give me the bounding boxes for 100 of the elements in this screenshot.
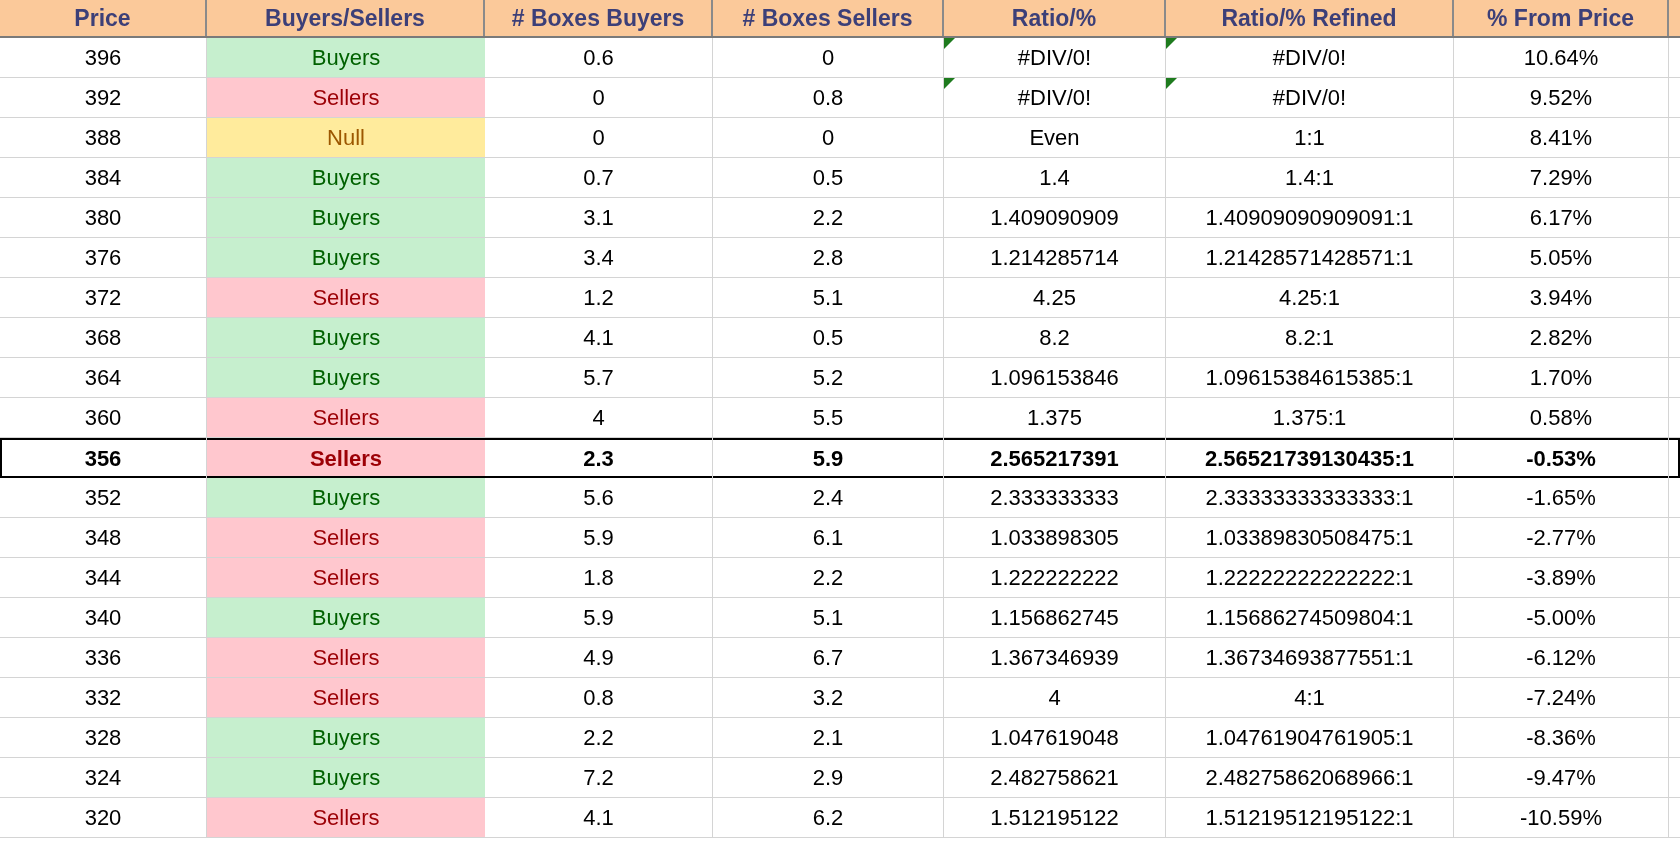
table-cell-text: 0.8: [583, 684, 614, 712]
table-cell-text: 4.25: [1033, 284, 1076, 312]
status-cell: Sellers: [207, 278, 485, 317]
table-cell-text: -2.77%: [1526, 524, 1596, 552]
table-cell-text: 0: [592, 124, 605, 152]
table-cell-text: 10.64%: [1523, 44, 1599, 72]
table-cell-text: 2.82%: [1529, 324, 1593, 352]
table-cell-text: 5.2: [812, 364, 844, 392]
table-cell-text: 1.51219512195122:1: [1205, 804, 1414, 832]
table-cell-text: 7.29%: [1529, 164, 1593, 192]
table-cell-text: 364: [84, 364, 122, 392]
table-cell-text: #DIV/0!: [1272, 84, 1347, 112]
status-cell: Sellers: [207, 518, 485, 557]
table-cell-text: 5.9: [583, 524, 614, 552]
table-cell-text: -1.65%: [1526, 484, 1596, 512]
table-cell-text: 0.5: [812, 324, 844, 352]
table-cell-text: 8.41%: [1529, 124, 1593, 152]
table-cell-text: 3.1: [583, 204, 614, 232]
table-cell-text: 5.9: [583, 604, 614, 632]
table-cell-text: #DIV/0!: [1017, 84, 1092, 112]
flag-icon: [1166, 78, 1177, 89]
status-cell: Buyers: [207, 238, 485, 277]
table-cell-text: 0.7: [583, 164, 614, 192]
table-cell-text: 2.33333333333333:1: [1205, 484, 1414, 512]
status-cell: Sellers: [207, 798, 485, 837]
column-header: # Boxes Buyers: [511, 3, 685, 33]
table-cell-text: #DIV/0!: [1272, 44, 1347, 72]
table-cell-text: 5.5: [812, 404, 844, 432]
table-cell-text: 1.09615384615385:1: [1205, 364, 1414, 392]
table-cell-text: -5.00%: [1526, 604, 1596, 632]
table-cell-text: 1.21428571428571:1: [1205, 244, 1414, 272]
table-cell-text: 356: [84, 444, 122, 473]
table-cell-text: 3.94%: [1529, 284, 1593, 312]
table-cell-text: 376: [84, 244, 122, 272]
table-cell-text: 0.8: [812, 84, 844, 112]
status-cell: Buyers: [207, 158, 485, 197]
table-cell-text: 1.409090909: [990, 204, 1119, 232]
status-cell: Sellers: [207, 398, 485, 437]
table-cell-text: 0.6: [583, 44, 614, 72]
table-cell-text: 4: [592, 404, 605, 432]
table-cell-text: 1.375:1: [1272, 404, 1347, 432]
table-cell-text: 5.1: [812, 284, 844, 312]
table-cell-text: 1:1: [1294, 124, 1325, 152]
table-cell-text: 368: [84, 324, 122, 352]
table-cell-text: -0.53%: [1526, 444, 1596, 473]
status-cell: Sellers: [207, 438, 485, 478]
table-cell-text: 352: [84, 484, 122, 512]
status-cell: Sellers: [207, 638, 485, 677]
table-cell-text: -10.59%: [1520, 804, 1602, 832]
table-cell-text: 2.2: [583, 724, 614, 752]
table-cell-text: 1.222222222: [990, 564, 1119, 592]
table-cell-text: 4:1: [1294, 684, 1325, 712]
table-cell-text: 5.05%: [1529, 244, 1593, 272]
table-cell-text: 1.70%: [1529, 364, 1593, 392]
table-cell-text: 392: [84, 84, 122, 112]
table-cell-text: 336: [84, 644, 122, 672]
table-cell-text: 4: [1048, 684, 1061, 712]
table-cell-text: 388: [84, 124, 122, 152]
table-cell-text: -8.36%: [1526, 724, 1596, 752]
table-cell-text: 2.3: [583, 444, 614, 473]
status-cell: Buyers: [207, 358, 485, 397]
table-cell-text: 2.333333333: [990, 484, 1119, 512]
table-cell-text: 4.1: [583, 324, 614, 352]
table-cell-text: 5.1: [812, 604, 844, 632]
status-cell: Buyers: [207, 598, 485, 637]
table-cell-text: 4.1: [583, 804, 614, 832]
table-cell-text: 2.565217391: [990, 444, 1119, 473]
status-cell: Sellers: [207, 558, 485, 597]
table-cell-text: -6.12%: [1526, 644, 1596, 672]
table-cell-text: -9.47%: [1526, 764, 1596, 792]
table-cell-text: 1.2: [583, 284, 614, 312]
column-header: # Boxes Sellers: [742, 3, 913, 33]
table-cell-text: 6.1: [812, 524, 844, 552]
table-cell-text: 348: [84, 524, 122, 552]
table-cell-text: 1.15686274509804:1: [1205, 604, 1414, 632]
table-cell-text: 372: [84, 284, 122, 312]
table-cell-text: 3.4: [583, 244, 614, 272]
table-cell-text: 7.2: [583, 764, 614, 792]
table-cell-text: 5.9: [812, 444, 844, 473]
table-cell-text: 1.04761904761905:1: [1205, 724, 1414, 752]
table-cell-text: 2.9: [812, 764, 844, 792]
table-cell-text: 2.482758621: [990, 764, 1119, 792]
table-cell-text: 2.2: [812, 204, 844, 232]
table-cell-text: 1.22222222222222:1: [1205, 564, 1414, 592]
status-cell: Buyers: [207, 478, 485, 517]
status-cell: Buyers: [207, 758, 485, 797]
table-cell-text: 2.56521739130435:1: [1204, 444, 1415, 473]
table-cell-text: 6.2: [812, 804, 844, 832]
table-cell-text: 1.4:1: [1285, 164, 1334, 192]
status-cell: Buyers: [207, 318, 485, 357]
table-cell-text: 1.40909090909091:1: [1205, 204, 1414, 232]
table-cell-text: 1.4: [1039, 164, 1070, 192]
table-cell-text: 340: [84, 604, 122, 632]
table-cell-text: Even: [1029, 124, 1080, 152]
table-cell-text: 1.36734693877551:1: [1205, 644, 1414, 672]
table-cell-text: 1.367346939: [990, 644, 1119, 672]
table-cell-text: 360: [84, 404, 122, 432]
column-header: % From Price: [1487, 3, 1634, 33]
table-cell-text: 2.4: [812, 484, 844, 512]
status-cell: Buyers: [207, 718, 485, 757]
